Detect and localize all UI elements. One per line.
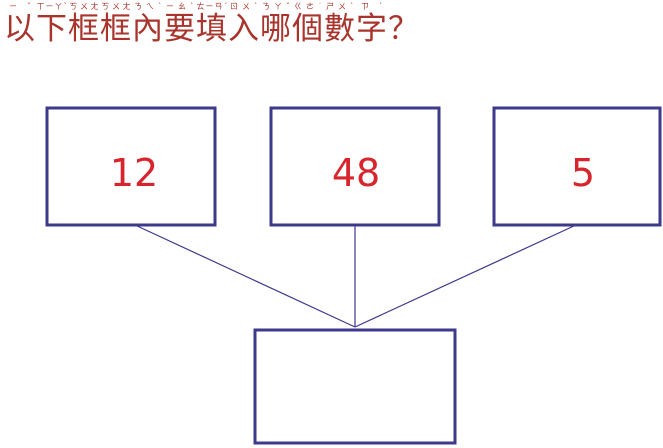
connector-right xyxy=(354,224,577,328)
right-number: 5 xyxy=(571,151,595,195)
middle-number: 48 xyxy=(332,151,380,195)
number-tree-diagram: 12 48 5 xyxy=(45,106,662,445)
answer-box[interactable] xyxy=(253,328,457,445)
connector-left xyxy=(134,224,356,328)
left-number: 12 xyxy=(110,151,158,195)
